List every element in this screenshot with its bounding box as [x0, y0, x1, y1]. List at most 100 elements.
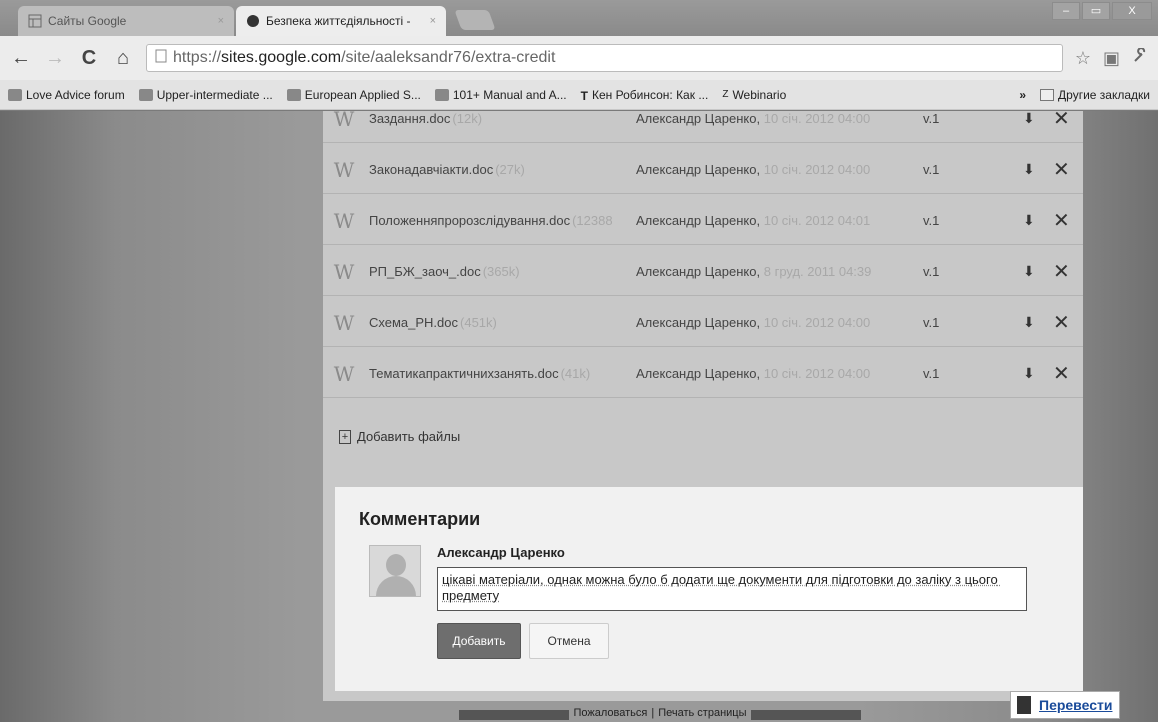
back-arrow-icon[interactable]: ←: [10, 47, 32, 70]
other-bookmarks-button[interactable]: Другие закладки: [1040, 88, 1150, 102]
file-author: Александр Царенко, 10 січ. 2012 04:01: [636, 213, 871, 228]
add-files-label: Добавить файлы: [357, 429, 461, 444]
file-name-link[interactable]: Тематикапрактичнихзанять.doc (41k): [369, 366, 590, 381]
word-doc-icon: W: [333, 208, 355, 233]
bookmark-item[interactable]: Z Webinario: [722, 88, 786, 102]
add-file-icon: +: [339, 429, 351, 444]
bookmark-item[interactable]: Upper-intermediate ...: [138, 88, 273, 102]
footer-separator: |: [651, 707, 655, 719]
print-page-link[interactable]: Печать страницы: [658, 707, 746, 722]
page-viewport: W Заздання.doc (12k) Александр Царенко, 10 …: [0, 111, 1158, 722]
file-version[interactable]: v.1: [923, 264, 939, 279]
download-icon[interactable]: ⬇: [1023, 111, 1035, 127]
download-icon[interactable]: ⬇: [1023, 314, 1035, 331]
new-tab-button[interactable]: [454, 10, 496, 30]
file-version[interactable]: v.1: [923, 162, 939, 177]
report-abuse-link[interactable]: Пожаловаться: [573, 707, 647, 722]
site-favicon-icon: [246, 14, 260, 28]
extension-icon[interactable]: ▣: [1103, 48, 1120, 69]
comment-input[interactable]: [437, 567, 1027, 611]
file-name-link[interactable]: Законадавчіакти.doc (27k): [369, 162, 525, 177]
tab-label: Сайты Google: [48, 14, 127, 28]
wrench-icon[interactable]: [1132, 46, 1148, 69]
add-comment-button[interactable]: Добавить: [437, 623, 521, 659]
file-row: W Заздання.doc (12k) Александр Царенко, 10 …: [323, 111, 1083, 143]
file-name-link[interactable]: РП_БЖ_заоч_.doc (365k): [369, 264, 520, 279]
delete-icon[interactable]: ✕: [1053, 310, 1070, 335]
bookmarks-overflow-button[interactable]: »: [1019, 88, 1026, 102]
delete-icon[interactable]: ✕: [1053, 208, 1070, 233]
forward-arrow-icon[interactable]: →: [44, 47, 66, 70]
bookmark-star-icon[interactable]: ☆: [1075, 48, 1091, 69]
tab-close-icon[interactable]: ×: [218, 15, 224, 27]
file-name-link[interactable]: Схема_РН.doc (451k): [369, 315, 497, 330]
file-name-link[interactable]: Положенняпророзслідування.doc (12388: [369, 213, 613, 228]
file-row: W Законадавчіакти.doc (27k) Александр Царен…: [323, 146, 1083, 194]
tab-close-icon[interactable]: ×: [430, 15, 436, 27]
file-row: W Положенняпророзслідування.doc (12388 Алек…: [323, 197, 1083, 245]
url-domain: sites.google.com: [221, 49, 342, 66]
file-name-link[interactable]: Заздання.doc (12k): [369, 111, 482, 126]
word-doc-icon: W: [333, 111, 355, 131]
download-icon[interactable]: ⬇: [1023, 263, 1035, 280]
bookmarks-bar: Love Advice forum Upper-intermediate ...…: [0, 80, 1158, 110]
bookmark-item[interactable]: 101+ Manual and A...: [434, 87, 567, 102]
add-files-link[interactable]: + Добавить файлы: [339, 429, 460, 444]
file-size: (12k): [452, 111, 483, 126]
google-translate-icon: [1017, 696, 1031, 714]
delete-icon[interactable]: ✕: [1053, 111, 1070, 131]
attachments-panel: W Заздання.doc (12k) Александр Царенко, 10 …: [323, 111, 1083, 701]
file-author: Александр Царенко, 10 січ. 2012 04:00: [636, 162, 871, 177]
comments-section: Комментарии Александр Царенко Добавить О…: [335, 487, 1083, 691]
file-size: (12388: [572, 213, 613, 228]
file-version[interactable]: v.1: [923, 315, 939, 330]
window-controls: – ▭ X: [1052, 2, 1152, 20]
delete-icon[interactable]: ✕: [1053, 259, 1070, 284]
tab-label: Безпека життєдіяльності -: [266, 14, 411, 28]
bookmark-item[interactable]: European Applied S...: [286, 87, 421, 102]
delete-icon[interactable]: ✕: [1053, 361, 1070, 386]
footer-redacted: [459, 710, 570, 720]
file-version[interactable]: v.1: [923, 366, 939, 381]
file-date: 10 січ. 2012 04:00: [763, 111, 871, 126]
reload-icon[interactable]: C: [78, 47, 100, 70]
bookmark-label: Love Advice forum: [26, 87, 125, 102]
tab-google-sites[interactable]: Сайты Google ×: [18, 6, 234, 36]
download-icon[interactable]: ⬇: [1023, 161, 1035, 178]
minimize-button[interactable]: –: [1052, 2, 1080, 20]
file-row: W Тематикапрактичнихзанять.doc (41k) Алекса…: [323, 350, 1083, 398]
file-version[interactable]: v.1: [923, 213, 939, 228]
maximize-button[interactable]: ▭: [1082, 2, 1110, 20]
download-icon[interactable]: ⬇: [1023, 212, 1035, 229]
file-date: 10 січ. 2012 04:00: [763, 366, 871, 381]
page-footer: Пожаловаться | Печать страницы: [300, 707, 1020, 722]
bookmark-label: 101+ Manual and A...: [452, 87, 567, 102]
tab-active[interactable]: Безпека життєдіяльності - ×: [236, 6, 446, 36]
translate-button[interactable]: Перевести: [1010, 691, 1120, 719]
bookmark-label: European Applied S...: [304, 87, 421, 102]
page-icon: [155, 49, 167, 68]
close-window-button[interactable]: X: [1112, 2, 1152, 20]
file-size: (451k): [460, 315, 497, 330]
delete-icon[interactable]: ✕: [1053, 157, 1070, 182]
bookmark-item[interactable]: Love Advice forum: [8, 88, 125, 102]
file-date: 10 січ. 2012 04:01: [763, 213, 871, 228]
file-version[interactable]: v.1: [923, 111, 939, 126]
bookmark-favicon-icon: [8, 88, 22, 101]
address-bar[interactable]: https://sites.google.com/site/aaleksandr…: [146, 44, 1063, 72]
bookmark-favicon-icon: [286, 88, 301, 101]
cancel-comment-button[interactable]: Отмена: [529, 623, 609, 659]
word-doc-icon: W: [333, 310, 355, 335]
file-size: (365k): [482, 264, 520, 279]
folder-icon: [1040, 88, 1055, 101]
avatar-body-icon: [376, 576, 416, 596]
webinario-icon: Z: [722, 88, 729, 100]
file-author: Александр Царенко, 10 січ. 2012 04:00: [636, 315, 871, 330]
file-date: 10 січ. 2012 04:00: [763, 162, 871, 177]
home-icon[interactable]: ⌂: [112, 47, 134, 70]
ted-icon: T: [580, 88, 588, 103]
url-path: /site/aaleksandr76/extra-credit: [341, 49, 556, 66]
download-icon[interactable]: ⬇: [1023, 365, 1035, 382]
browser-tabstrip: Сайты Google × Безпека життєдіяльності -…: [0, 0, 1158, 36]
bookmark-item[interactable]: T Кен Робинсон: Как ...: [580, 88, 709, 103]
